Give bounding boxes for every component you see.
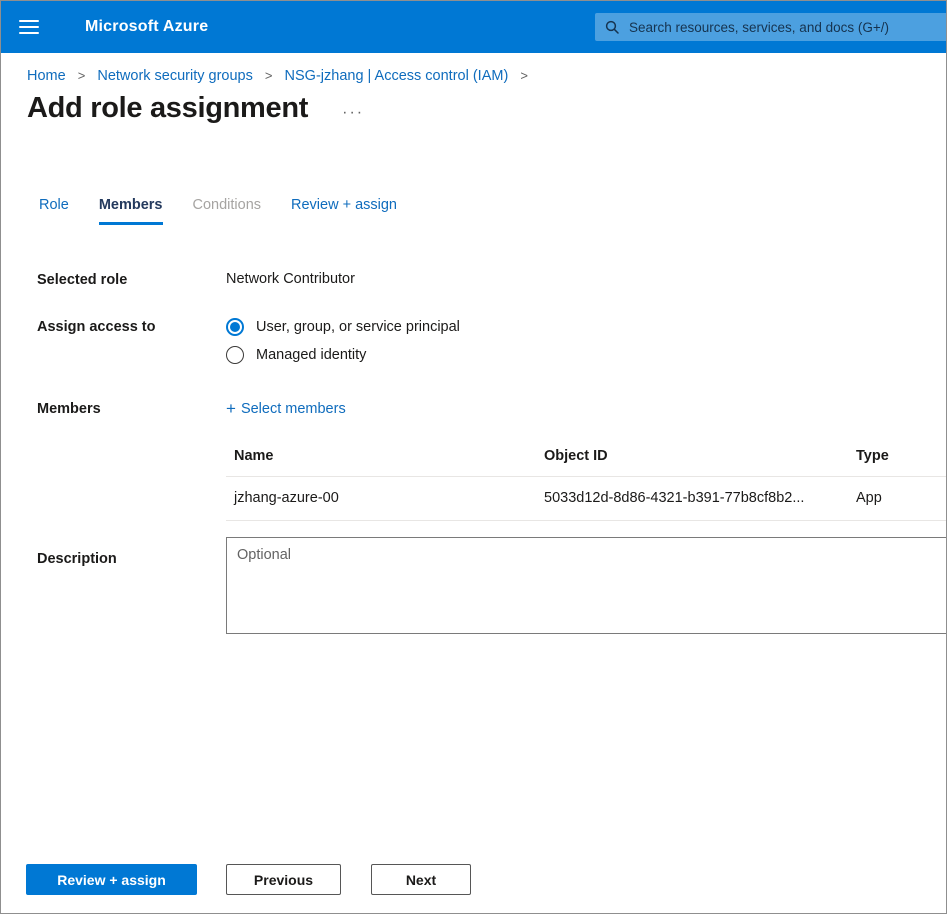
hamburger-menu-icon[interactable] xyxy=(19,20,39,34)
select-members-label: Select members xyxy=(241,401,346,417)
topbar: Microsoft Azure xyxy=(1,1,946,53)
more-options-icon[interactable]: ··· xyxy=(342,104,364,122)
radio-user-label: User, group, or service principal xyxy=(256,319,460,335)
global-search-input[interactable] xyxy=(627,19,937,36)
page-title-row: Add role assignment ··· xyxy=(27,92,946,125)
footer-action-bar: Review + assign Previous Next xyxy=(1,864,946,896)
members-row: Members + Select members xyxy=(37,400,946,418)
plus-icon: + xyxy=(226,400,236,417)
tab-bar: Role Members Conditions Review + assign xyxy=(39,197,946,225)
members-table-header: Name Object ID Type xyxy=(226,440,947,477)
member-type-cell: App xyxy=(848,477,947,520)
role-assignment-form: Selected role Network Contributor Assign… xyxy=(37,271,946,634)
tab-members[interactable]: Members xyxy=(99,197,163,225)
breadcrumb-separator: > xyxy=(520,68,528,83)
selected-role-value: Network Contributor xyxy=(226,271,946,287)
column-header-type: Type xyxy=(848,440,947,476)
review-assign-button[interactable]: Review + assign xyxy=(26,864,197,895)
selected-role-row: Selected role Network Contributor xyxy=(37,271,946,288)
assign-access-row: Assign access to User, group, or service… xyxy=(37,318,946,374)
table-row: jzhang-azure-00 5033d12d-8d86-4321-b391-… xyxy=(226,477,947,521)
column-header-name: Name xyxy=(226,440,536,476)
radio-selected-icon[interactable] xyxy=(226,318,244,336)
member-object-id-cell: 5033d12d-8d86-4321-b391-77b8cf8b2... xyxy=(536,477,848,520)
breadcrumb-separator: > xyxy=(78,68,86,83)
azure-portal-window: Microsoft Azure Home > Network security … xyxy=(0,0,947,914)
radio-managed-identity[interactable]: Managed identity xyxy=(226,346,946,364)
description-input[interactable] xyxy=(226,537,947,634)
members-label: Members xyxy=(37,400,226,417)
members-table: Name Object ID Type jzhang-azure-00 5033… xyxy=(226,440,947,521)
previous-button[interactable]: Previous xyxy=(226,864,341,895)
radio-user-group-service-principal[interactable]: User, group, or service principal xyxy=(226,318,946,336)
description-row: Description xyxy=(37,537,946,634)
breadcrumb-nsg-access-control[interactable]: NSG-jzhang | Access control (IAM) xyxy=(285,68,509,84)
tab-role[interactable]: Role xyxy=(39,197,69,225)
selected-role-label: Selected role xyxy=(37,271,226,288)
assign-access-label: Assign access to xyxy=(37,318,226,335)
tab-review-assign[interactable]: Review + assign xyxy=(291,197,397,225)
breadcrumb-home[interactable]: Home xyxy=(27,68,66,84)
select-members-link[interactable]: + Select members xyxy=(226,400,346,417)
description-label: Description xyxy=(37,537,226,567)
radio-unselected-icon[interactable] xyxy=(226,346,244,364)
breadcrumb: Home > Network security groups > NSG-jzh… xyxy=(27,68,946,84)
radio-managed-label: Managed identity xyxy=(256,347,366,363)
members-table-spacer xyxy=(37,440,226,441)
members-table-row: Name Object ID Type jzhang-azure-00 5033… xyxy=(37,440,946,537)
page-title: Add role assignment xyxy=(27,92,308,125)
column-header-object-id: Object ID xyxy=(536,440,848,476)
member-name-cell: jzhang-azure-00 xyxy=(226,477,536,520)
breadcrumb-network-security-groups[interactable]: Network security groups xyxy=(97,68,253,84)
search-icon xyxy=(605,20,619,34)
tab-conditions[interactable]: Conditions xyxy=(193,197,262,225)
global-search-box[interactable] xyxy=(595,13,947,41)
portal-brand[interactable]: Microsoft Azure xyxy=(85,18,208,36)
breadcrumb-separator: > xyxy=(265,68,273,83)
next-button[interactable]: Next xyxy=(371,864,471,895)
